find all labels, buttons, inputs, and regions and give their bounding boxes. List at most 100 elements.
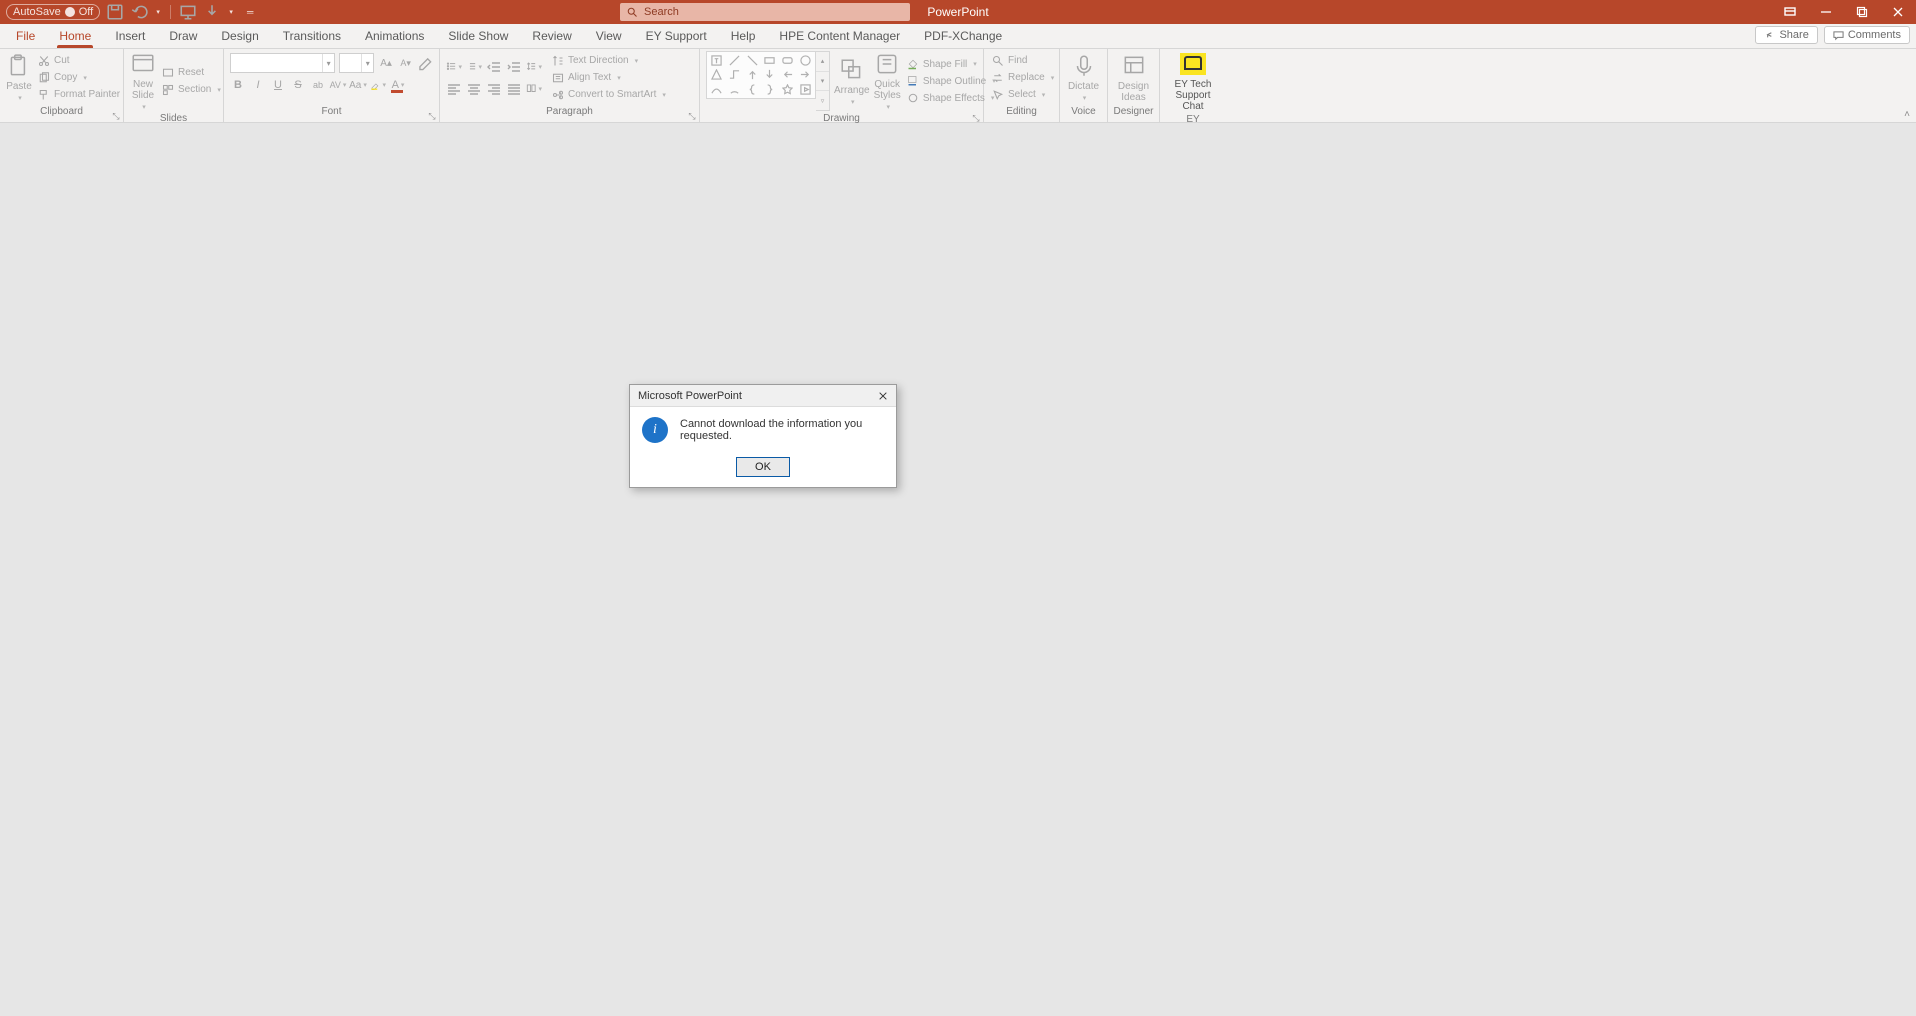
tab-draw[interactable]: Draw bbox=[157, 23, 209, 48]
copy-button[interactable]: Copy bbox=[36, 70, 122, 86]
clear-formatting-button[interactable] bbox=[417, 55, 433, 71]
section-button[interactable]: Section bbox=[160, 82, 223, 98]
align-text-button[interactable]: Align Text bbox=[550, 70, 668, 86]
bullets-button[interactable] bbox=[446, 59, 462, 75]
strikethrough-button[interactable]: S bbox=[290, 77, 306, 93]
dialog-close-button[interactable] bbox=[874, 387, 892, 405]
shape-arrow-right-icon bbox=[797, 69, 813, 82]
tab-home[interactable]: Home bbox=[47, 23, 103, 48]
tab-ey-support[interactable]: EY Support bbox=[634, 23, 719, 48]
shape-curve-icon bbox=[709, 83, 725, 96]
window-buttons bbox=[1772, 0, 1916, 24]
group-designer-label: Designer bbox=[1108, 106, 1159, 122]
ribbon-display-options-icon[interactable] bbox=[1772, 0, 1808, 24]
tab-file[interactable]: File bbox=[4, 23, 47, 48]
chevron-down-icon: ▾ bbox=[322, 54, 334, 72]
replace-button[interactable]: Replace bbox=[990, 70, 1056, 86]
shape-brace-right-icon bbox=[762, 83, 778, 96]
tab-design[interactable]: Design bbox=[209, 23, 270, 48]
undo-icon[interactable] bbox=[130, 3, 148, 21]
group-font-label: Font⤡ bbox=[224, 106, 439, 122]
close-button[interactable] bbox=[1880, 0, 1916, 24]
quick-styles-button[interactable]: Quick Styles bbox=[874, 51, 901, 111]
change-case-button[interactable]: Aa bbox=[350, 77, 366, 93]
justify-button[interactable] bbox=[506, 81, 522, 97]
text-highlight-button[interactable] bbox=[370, 77, 386, 93]
font-color-button[interactable]: A bbox=[390, 77, 406, 93]
dictate-button[interactable]: Dictate bbox=[1066, 51, 1101, 104]
select-button[interactable]: Select bbox=[990, 87, 1056, 103]
tab-transitions[interactable]: Transitions bbox=[271, 23, 353, 48]
save-icon[interactable] bbox=[106, 3, 124, 21]
shape-connector-icon bbox=[727, 69, 743, 82]
present-icon[interactable] bbox=[179, 3, 197, 21]
customize-qat-icon[interactable]: ═ bbox=[241, 3, 259, 21]
bold-button[interactable]: B bbox=[230, 77, 246, 93]
line-spacing-button[interactable] bbox=[526, 59, 542, 75]
font-size-combo[interactable]: ▾ bbox=[339, 53, 374, 73]
find-button[interactable]: Find bbox=[990, 53, 1056, 69]
maximize-button[interactable] bbox=[1844, 0, 1880, 24]
format-painter-button[interactable]: Format Painter bbox=[36, 87, 122, 103]
ribbon-tabs: File Home Insert Draw Design Transitions… bbox=[0, 24, 1916, 49]
new-slide-button[interactable]: New Slide bbox=[130, 51, 156, 111]
ey-tech-support-button[interactable]: EY Tech Support Chat bbox=[1166, 51, 1220, 112]
touch-mode-icon[interactable] bbox=[203, 3, 221, 21]
collapse-ribbon-icon[interactable]: ˄ bbox=[1904, 109, 1910, 120]
font-launcher-icon[interactable]: ⤡ bbox=[427, 111, 437, 121]
tab-view[interactable]: View bbox=[584, 23, 634, 48]
font-name-combo[interactable]: ▾ bbox=[230, 53, 335, 73]
tab-help[interactable]: Help bbox=[719, 23, 768, 48]
character-spacing-button[interactable]: AV bbox=[330, 77, 346, 93]
group-editing-label: Editing bbox=[984, 106, 1059, 122]
align-right-button[interactable] bbox=[486, 81, 502, 97]
align-center-button[interactable] bbox=[466, 81, 482, 97]
tab-review[interactable]: Review bbox=[520, 23, 583, 48]
italic-button[interactable]: I bbox=[250, 77, 266, 93]
search-box[interactable]: Search bbox=[620, 3, 910, 21]
increase-font-size-button[interactable]: A▴ bbox=[378, 55, 394, 71]
text-direction-button[interactable]: Text Direction bbox=[550, 53, 668, 69]
decrease-indent-button[interactable] bbox=[486, 59, 502, 75]
cut-button[interactable]: Cut bbox=[36, 53, 122, 69]
shape-outline-icon bbox=[907, 75, 919, 87]
reset-label: Reset bbox=[178, 67, 204, 78]
drawing-launcher-icon[interactable]: ⤡ bbox=[971, 113, 981, 123]
dialog-ok-button[interactable]: OK bbox=[736, 457, 790, 477]
ey-chat-icon bbox=[1180, 51, 1206, 77]
paragraph-launcher-icon[interactable]: ⤡ bbox=[687, 111, 697, 121]
touch-dropdown-icon[interactable]: ▾ bbox=[227, 3, 235, 21]
tab-animations[interactable]: Animations bbox=[353, 23, 436, 48]
clipboard-launcher-icon[interactable]: ⤡ bbox=[111, 111, 121, 121]
tab-insert[interactable]: Insert bbox=[103, 23, 157, 48]
dialog-titlebar[interactable]: Microsoft PowerPoint bbox=[630, 385, 896, 407]
columns-button[interactable] bbox=[526, 81, 542, 97]
gallery-more-icon[interactable]: ▿ bbox=[816, 91, 829, 110]
cut-icon bbox=[38, 55, 50, 67]
design-ideas-button[interactable]: Design Ideas bbox=[1114, 51, 1153, 104]
group-ey: EY Tech Support Chat EY bbox=[1160, 49, 1226, 122]
section-icon bbox=[162, 84, 174, 96]
share-button[interactable]: Share bbox=[1755, 26, 1817, 44]
shapes-gallery[interactable] bbox=[706, 51, 816, 99]
convert-smartart-button[interactable]: Convert to SmartArt bbox=[550, 87, 668, 103]
gallery-scroll-up-icon[interactable]: ▴ bbox=[816, 52, 829, 72]
align-left-button[interactable] bbox=[446, 81, 462, 97]
tab-pdf-xchange[interactable]: PDF-XChange bbox=[912, 23, 1014, 48]
tab-hpe-content-manager[interactable]: HPE Content Manager bbox=[767, 23, 912, 48]
underline-button[interactable]: U bbox=[270, 77, 286, 93]
minimize-button[interactable] bbox=[1808, 0, 1844, 24]
autosave-toggle[interactable]: AutoSave Off bbox=[6, 4, 100, 20]
undo-dropdown-icon[interactable]: ▾ bbox=[154, 3, 162, 21]
text-shadow-button[interactable]: ab bbox=[310, 77, 326, 93]
gallery-scroll-down-icon[interactable]: ▾ bbox=[816, 72, 829, 92]
decrease-font-size-button[interactable]: A▾ bbox=[398, 55, 414, 71]
tab-slideshow[interactable]: Slide Show bbox=[436, 23, 520, 48]
comments-button[interactable]: Comments bbox=[1824, 26, 1910, 44]
arrange-button[interactable]: Arrange bbox=[834, 51, 870, 111]
paste-button[interactable]: Paste bbox=[6, 51, 32, 104]
reset-button[interactable]: Reset bbox=[160, 65, 223, 81]
numbering-button[interactable] bbox=[466, 59, 482, 75]
increase-indent-button[interactable] bbox=[506, 59, 522, 75]
paste-label: Paste bbox=[6, 81, 32, 92]
